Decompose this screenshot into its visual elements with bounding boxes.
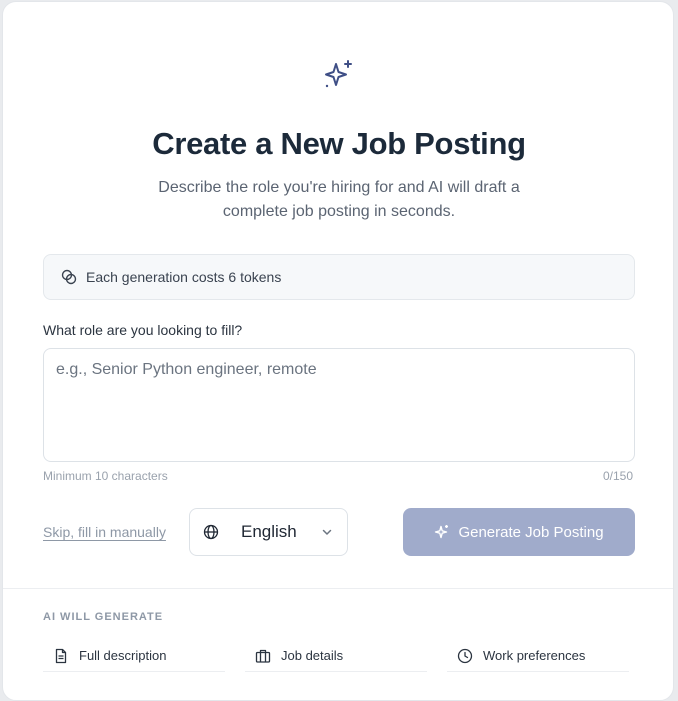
feature-work-preferences: Work preferences xyxy=(447,640,629,672)
chevron-down-icon xyxy=(321,526,333,538)
sparkles-icon xyxy=(434,524,450,540)
job-posting-card: Create a New Job Posting Describe the ro… xyxy=(2,1,674,701)
page-title: Create a New Job Posting xyxy=(152,126,526,161)
generate-job-posting-button[interactable]: Generate Job Posting xyxy=(403,508,635,556)
language-value: English xyxy=(241,522,297,541)
role-input[interactable] xyxy=(43,348,635,462)
page-subtitle: Describe the role you're hiring for and … xyxy=(158,179,520,220)
character-counter: 0/150 xyxy=(602,469,633,483)
token-cost-text: Each generation costs 6 tokens xyxy=(86,269,282,285)
coins-icon xyxy=(60,268,78,286)
briefcase-icon xyxy=(255,648,271,664)
feature-job-details: Job details xyxy=(245,640,427,672)
feature-full-description: Full description xyxy=(43,640,225,672)
min-characters-hint: Minimum 10 characters xyxy=(43,469,168,483)
feature-label: Job details xyxy=(281,648,344,663)
feature-label: Full description xyxy=(79,648,167,663)
clock-icon xyxy=(457,648,473,664)
generate-button-label: Generate Job Posting xyxy=(458,523,604,541)
language-select[interactable]: English xyxy=(189,508,348,556)
globe-icon xyxy=(203,524,219,540)
ai-generate-heading: AI WILL GENERATE xyxy=(43,611,164,623)
feature-label: Work preferences xyxy=(483,648,586,663)
document-icon xyxy=(53,648,69,664)
role-field-label: What role are you looking to fill? xyxy=(43,322,243,338)
skip-fill-manually-link[interactable]: Skip, fill in manually xyxy=(43,524,166,540)
token-cost-notice: Each generation costs 6 tokens xyxy=(43,254,635,300)
section-divider xyxy=(3,588,673,589)
sparkles-icon xyxy=(322,58,356,92)
